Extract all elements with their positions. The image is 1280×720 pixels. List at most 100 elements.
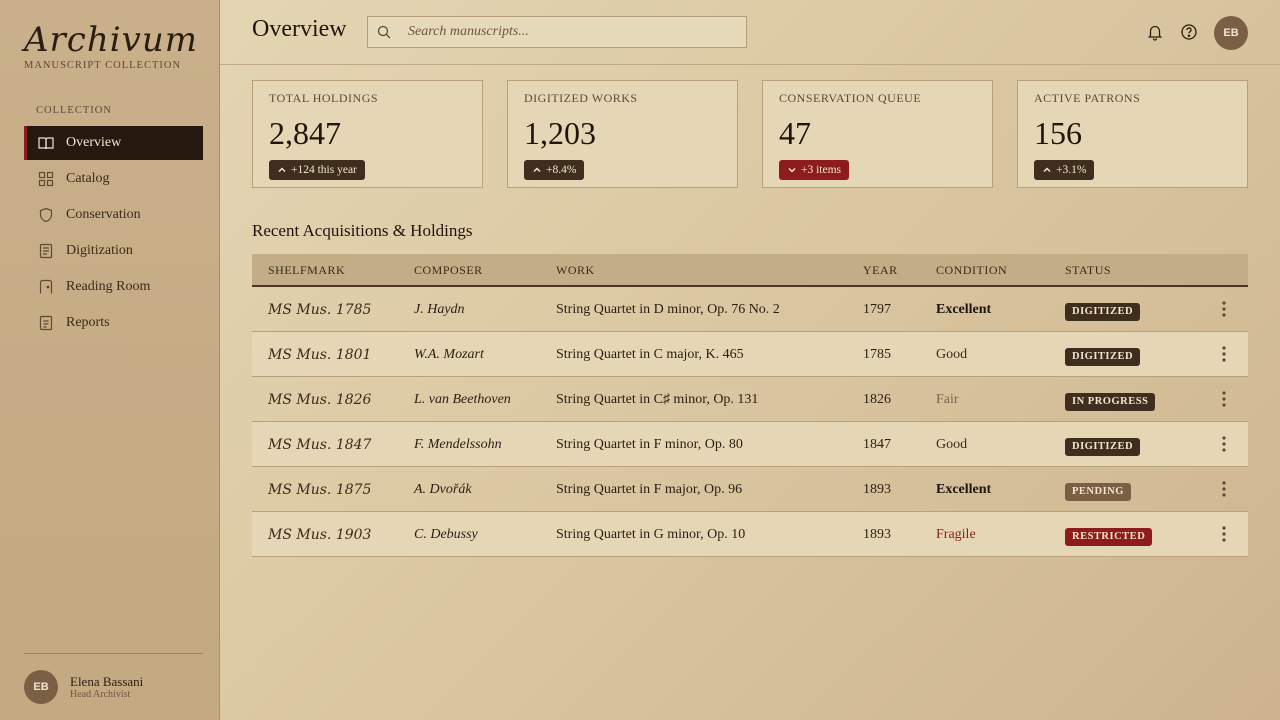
column-header-condition[interactable]: CONDITION	[936, 263, 1007, 278]
brand-logo[interactable]: Archivum	[24, 20, 198, 60]
stat-value: 156	[1034, 115, 1082, 151]
cell-condition: Excellent	[936, 482, 992, 497]
door-icon	[38, 279, 54, 295]
cell-year: 1893	[863, 482, 891, 497]
header-divider	[220, 64, 1280, 65]
help-icon[interactable]	[1180, 23, 1198, 41]
status-badge: DIGITIZED	[1065, 303, 1141, 321]
user-avatar[interactable]: EB	[24, 670, 58, 704]
shield-icon	[38, 207, 54, 223]
stat-card-active-patrons: ACTIVE PATRONS 156 +3.1%	[1017, 80, 1248, 188]
stat-label: ACTIVE PATRONS	[1034, 91, 1141, 105]
cell-composer: C. Debussy	[414, 527, 478, 542]
more-options-icon[interactable]	[1214, 300, 1234, 318]
sidebar-item-conservation[interactable]: Conservation	[24, 198, 203, 232]
sidebar-nav: Overview Catalog Conservation Digitizati…	[24, 126, 203, 342]
status-badge: DIGITIZED	[1065, 348, 1141, 366]
cell-shelfmark: MS Mus. 1903	[268, 527, 372, 543]
table-title: Recent Acquisitions & Holdings	[252, 221, 473, 240]
more-options-icon[interactable]	[1214, 435, 1234, 453]
stat-trend-badge: +8.4%	[524, 160, 585, 180]
stat-value: 2,847	[269, 115, 341, 151]
document-icon	[38, 243, 54, 259]
page-title: Overview	[252, 16, 347, 42]
header-avatar[interactable]: EB	[1214, 16, 1248, 50]
cell-shelfmark: MS Mus. 1826	[268, 392, 372, 408]
cell-composer: F. Mendelssohn	[414, 437, 502, 452]
column-header-status[interactable]: STATUS	[1065, 263, 1111, 278]
sidebar-item-label: Catalog	[66, 171, 110, 186]
cell-condition: Excellent	[936, 302, 992, 317]
stat-trend-text: +3.1%	[1056, 164, 1087, 176]
status-badge: IN PROGRESS	[1065, 393, 1156, 411]
stat-trend-badge: +3.1%	[1034, 160, 1095, 180]
more-options-icon[interactable]	[1214, 480, 1234, 498]
table-row[interactable]: MS Mus. 1785 J. Haydn String Quartet in …	[252, 287, 1248, 332]
stat-card-total-holdings: TOTAL HOLDINGS 2,847 +124 this year	[252, 80, 483, 188]
stat-trend-text: +3 items	[801, 164, 842, 176]
cell-composer: A. Dvořák	[414, 482, 472, 497]
stat-label: TOTAL HOLDINGS	[269, 91, 379, 105]
grid-icon	[38, 171, 54, 187]
column-header-composer[interactable]: COMPOSER	[414, 263, 483, 278]
table-row[interactable]: MS Mus. 1801 W.A. Mozart String Quartet …	[252, 332, 1248, 377]
cell-year: 1893	[863, 527, 891, 542]
more-options-icon[interactable]	[1214, 345, 1234, 363]
stat-trend-badge: +124 this year	[269, 160, 365, 180]
table-row[interactable]: MS Mus. 1847 F. Mendelssohn String Quart…	[252, 422, 1248, 467]
chevron-up-icon	[533, 167, 541, 173]
sidebar-item-label: Overview	[66, 135, 122, 150]
bell-icon[interactable]	[1146, 23, 1164, 41]
user-role: Head Archivist	[70, 689, 131, 700]
cell-work: String Quartet in C major, K. 465	[556, 347, 744, 362]
sidebar: Archivum MANUSCRIPT COLLECTION COLLECTIO…	[0, 0, 220, 720]
sidebar-item-overview[interactable]: Overview	[24, 126, 203, 160]
stat-trend-badge: +3 items	[779, 160, 850, 180]
holdings-table: SHELFMARK COMPOSER WORK YEAR CONDITION S…	[252, 254, 1248, 557]
table-header: SHELFMARK COMPOSER WORK YEAR CONDITION S…	[252, 254, 1248, 287]
cell-condition: Good	[936, 347, 968, 362]
status-badge: DIGITIZED	[1065, 438, 1141, 456]
table-row[interactable]: MS Mus. 1875 A. Dvořák String Quartet in…	[252, 467, 1248, 512]
stat-trend-text: +124 this year	[291, 164, 357, 176]
stat-card-digitized-works: DIGITIZED WORKS 1,203 +8.4%	[507, 80, 738, 188]
cell-composer: L. van Beethoven	[414, 392, 511, 407]
sidebar-item-digitization[interactable]: Digitization	[24, 234, 203, 268]
search-box	[367, 16, 747, 48]
stat-value: 47	[779, 115, 811, 151]
table-row[interactable]: MS Mus. 1903 C. Debussy String Quartet i…	[252, 512, 1248, 557]
cell-composer: J. Haydn	[414, 302, 465, 317]
cell-composer: W.A. Mozart	[414, 347, 484, 362]
cell-condition: Fair	[936, 392, 959, 407]
cell-year: 1847	[863, 437, 891, 452]
search-input[interactable]	[408, 17, 738, 47]
status-badge: RESTRICTED	[1065, 528, 1153, 546]
cell-year: 1785	[863, 347, 891, 362]
cell-year: 1797	[863, 302, 891, 317]
stat-value: 1,203	[524, 115, 596, 151]
chevron-up-icon	[1043, 167, 1051, 173]
sidebar-item-label: Reading Room	[66, 279, 151, 294]
stat-card-conservation-queue: CONSERVATION QUEUE 47 +3 items	[762, 80, 993, 188]
table-row[interactable]: MS Mus. 1826 L. van Beethoven String Qua…	[252, 377, 1248, 422]
cell-condition: Fragile	[936, 527, 976, 542]
column-header-year[interactable]: YEAR	[863, 263, 898, 278]
sidebar-item-reports[interactable]: Reports	[24, 306, 203, 340]
sidebar-item-reading-room[interactable]: Reading Room	[24, 270, 203, 304]
more-options-icon[interactable]	[1214, 525, 1234, 543]
cell-work: String Quartet in F minor, Op. 80	[556, 437, 743, 452]
open-book-icon	[38, 135, 54, 151]
column-header-work[interactable]: WORK	[556, 263, 595, 278]
sidebar-item-catalog[interactable]: Catalog	[24, 162, 203, 196]
brand-subtitle: MANUSCRIPT COLLECTION	[24, 60, 182, 71]
sidebar-item-label: Digitization	[66, 243, 133, 258]
cell-work: String Quartet in G minor, Op. 10	[556, 527, 746, 542]
cell-shelfmark: MS Mus. 1875	[268, 482, 372, 498]
more-options-icon[interactable]	[1214, 390, 1234, 408]
stat-trend-text: +8.4%	[546, 164, 577, 176]
report-icon	[38, 315, 54, 331]
cell-shelfmark: MS Mus. 1801	[268, 347, 372, 363]
sidebar-item-label: Reports	[66, 315, 110, 330]
column-header-shelfmark[interactable]: SHELFMARK	[268, 263, 345, 278]
cell-shelfmark: MS Mus. 1785	[268, 302, 372, 318]
